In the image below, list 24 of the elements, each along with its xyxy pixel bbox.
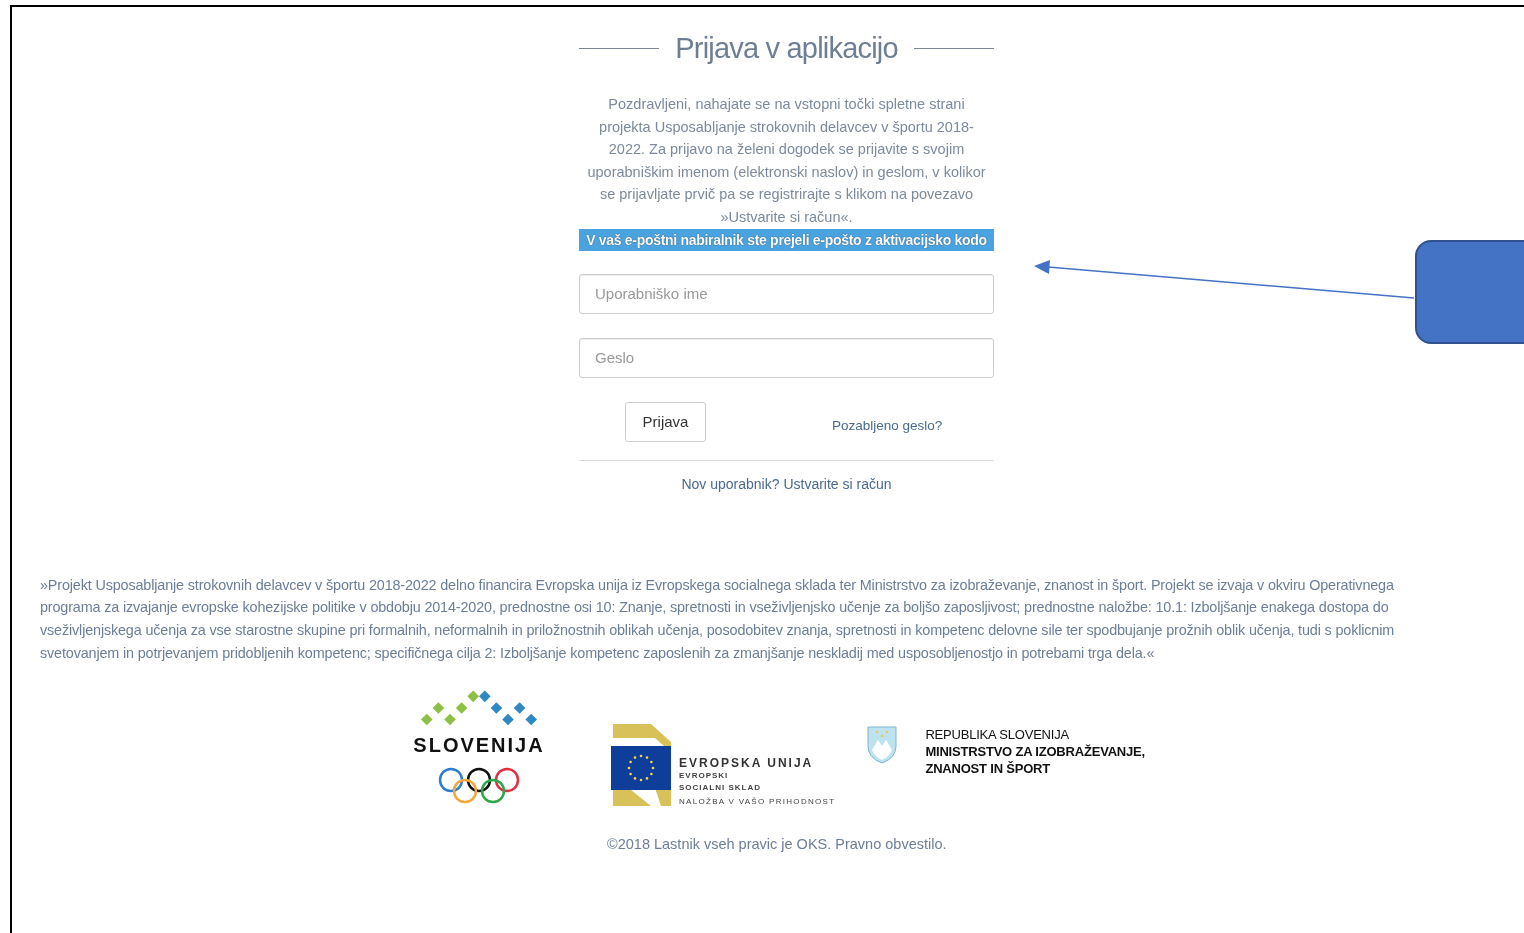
logo-slogan: NALOŽBA V VAŠO PRIHODNOST — [679, 797, 836, 807]
logo-text: REPUBLIKA SLOVENIJA — [925, 726, 1070, 744]
logo-text: MINISTRSTVO ZA IZOBRAŽEVANJE, — [925, 743, 1145, 761]
logo-text: SOCIALNI SKLAD — [679, 782, 762, 795]
input-field[interactable]: Uporabniško ime — [579, 273, 994, 314]
coat-of-arms-icon — [867, 726, 898, 765]
olympic-rings-icon — [438, 767, 520, 806]
register-link[interactable]: Nov uporabnik? Ustvarite si račun — [681, 475, 892, 492]
forgot-password-link[interactable]: Pozabljeno geslo? — [832, 418, 943, 434]
funding-text: svetovanjem in potrjevanjem pridobljenih kompetenc; specifičnega cilja 2: Izboljšanje kompetenc zaposlenih za zmanjšanje neskladij med usposobljenostjo in potrebami trga dela.« — [40, 643, 1156, 663]
login-button[interactable]: Prijava — [625, 401, 706, 442]
activation-alert: V vaš e-poštni nabiralnik ste prejeli e-pošto z aktivacijsko kodo — [579, 228, 994, 251]
funding-text: vseživljenjskega učenja za vse starostne skupine pri formalnih, neformalnih in priložnostnih oblikah učenja, posodobitev znanja, spretnosti in kompetenc delovne sile ter spodbujanje prožnih oblik učenja, tudi s poklicnim — [40, 620, 1396, 640]
copyright-text: ©2018 Lastnik vseh pravic je OKS. Pravno obvestilo. — [607, 836, 948, 853]
funding-text: »Projekt Usposabljanje strokovnih delavcev v športu 2018-2022 delno financira Evropska unija iz Evropskega socialnega sklada ter Ministrstvo za izobraževanje, znanost in šport. Projekt se izvaja v okviru Operativnega — [40, 575, 1395, 595]
input-field[interactable]: Geslo — [579, 337, 994, 378]
logo-text: ZNANOST IN ŠPORT — [925, 760, 1052, 778]
funding-text: programa za izvajanje evropske kohezijske politike v obdobju 2014-2020, prednostne osi 10: Znanje, spretnosti in vseživljenjsko učenje za boljšo zaposljivost; prednostne naložbe: 10.1: Izboljšanje enakega dostopa do — [40, 598, 1390, 618]
intro-text: Pozdravljeni, nahajate se na vstopni točki spletne strani projekta Usposabljanje strokovnih delavcev v športu 2018-2022. Za prijavo na želeni dogodek se prijavite s svojim uporabniškim imenom (elektronski naslov) in geslom, v kolikor se prijavljate prvič pa se registrirajte s klikom na povezavo »Ustvarite si račun«. — [586, 95, 987, 227]
logo-wordmark: SLOVENIJA — [413, 734, 545, 758]
page-title: Prijava v aplikacijo — [675, 32, 898, 65]
logo-text: EVROPSKA UNIJA — [679, 756, 815, 771]
logo-text: EVROPSKI — [679, 770, 730, 783]
eu-flag-logo-icon — [611, 722, 671, 807]
